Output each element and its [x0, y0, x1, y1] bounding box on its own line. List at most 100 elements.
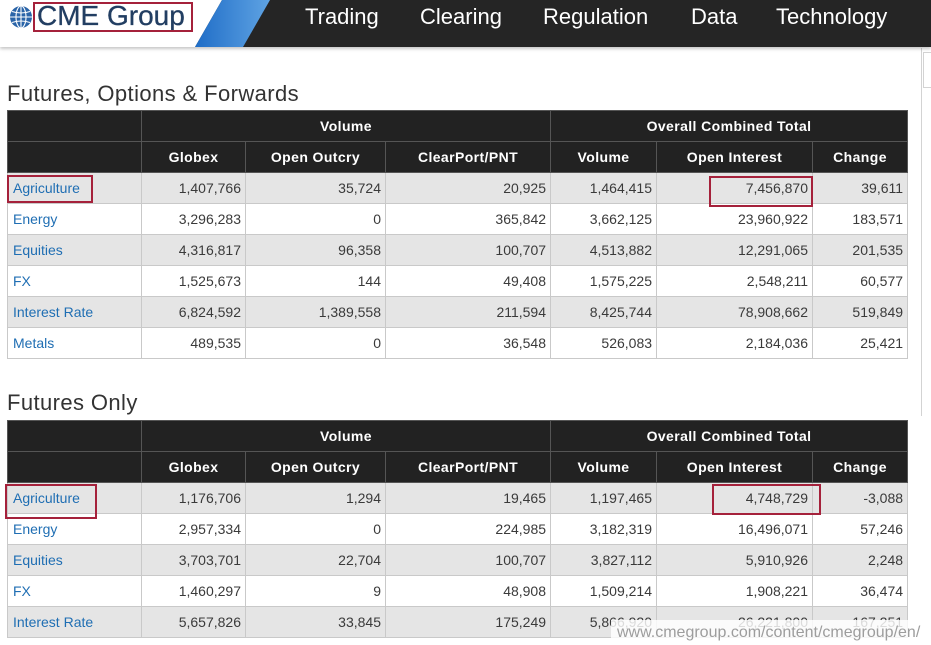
column-header-globex: Globex — [141, 141, 246, 173]
volume-group-header: Volume — [140, 420, 552, 452]
corner-header-cell — [7, 420, 142, 452]
overall-combined-total-group-header: Overall Combined Total — [550, 110, 909, 142]
open-outcry-cell: 0 — [245, 327, 386, 359]
globex-cell: 3,296,283 — [141, 203, 246, 235]
open-interest-cell: 23,960,922 — [656, 203, 814, 235]
change-cell: 57,246 — [812, 513, 909, 545]
nav-technology[interactable]: Technology — [776, 1, 887, 33]
top-navigation-bar: CME Group Trading Clearing Regulation Da… — [0, 0, 931, 47]
column-header-row: Globex Open Outcry ClearPort/PNT Volume … — [7, 451, 909, 483]
clearport-pnt-cell: 48,908 — [384, 575, 552, 607]
change-cell: 39,611 — [812, 172, 909, 204]
globex-cell: 1,407,766 — [141, 172, 246, 204]
sector-cell: Agriculture — [7, 172, 142, 204]
column-header-total-volume: Volume — [550, 141, 658, 173]
globex-cell: 5,657,826 — [141, 606, 246, 638]
globe-icon — [10, 5, 32, 29]
sector-link-metals[interactable]: Metals — [13, 335, 54, 351]
open-interest-cell: 2,184,036 — [656, 327, 814, 359]
total-volume-cell: 3,182,319 — [550, 513, 658, 545]
table-row: Equities 3,703,701 22,704 100,707 3,827,… — [7, 544, 909, 576]
open-interest-cell: 16,496,071 — [656, 513, 814, 545]
sector-link-agriculture[interactable]: Agriculture — [13, 490, 80, 506]
open-outcry-cell: 35,724 — [245, 172, 386, 204]
sector-link-fx[interactable]: FX — [13, 273, 31, 289]
open-outcry-cell: 96,358 — [245, 234, 386, 266]
sector-cell: FX — [7, 575, 142, 607]
open-interest-cell: 5,910,926 — [656, 544, 814, 576]
total-volume-cell: 1,509,214 — [550, 575, 658, 607]
section-title-futures-options-forwards: Futures, Options & Forwards — [7, 81, 300, 106]
change-cell: -3,088 — [812, 482, 909, 514]
nav-data[interactable]: Data — [691, 1, 737, 33]
logo-text: CME Group — [37, 0, 185, 31]
change-cell: 2,248 — [812, 544, 909, 576]
clearport-pnt-cell: 211,594 — [384, 296, 552, 328]
futures-options-forwards-table: Volume Overall Combined Total Globex Ope… — [7, 110, 909, 359]
sector-link-equities[interactable]: Equities — [13, 552, 63, 568]
open-outcry-cell: 22,704 — [245, 544, 386, 576]
open-interest-cell: 4,748,729 — [656, 482, 814, 514]
volume-group-header: Volume — [140, 110, 552, 142]
clearport-pnt-cell: 175,249 — [384, 606, 552, 638]
open-interest-cell: 1,908,221 — [656, 575, 814, 607]
nav-trading[interactable]: Trading — [305, 1, 379, 33]
total-volume-cell: 1,197,465 — [550, 482, 658, 514]
change-cell: 519,849 — [812, 296, 909, 328]
sector-link-fx[interactable]: FX — [13, 583, 31, 599]
open-outcry-cell: 0 — [245, 513, 386, 545]
corner-header-cell — [7, 110, 142, 142]
table-row: Metals 489,535 0 36,548 526,083 2,184,03… — [7, 327, 909, 359]
column-header-open-interest: Open Interest — [656, 451, 814, 483]
open-outcry-cell: 33,845 — [245, 606, 386, 638]
clearport-pnt-cell: 365,842 — [384, 203, 552, 235]
sector-link-energy[interactable]: Energy — [13, 521, 57, 537]
total-volume-cell: 8,425,744 — [550, 296, 658, 328]
column-header-open-interest: Open Interest — [656, 141, 814, 173]
globex-cell: 3,703,701 — [141, 544, 246, 576]
sector-link-interest-rate[interactable]: Interest Rate — [13, 614, 93, 630]
column-header-total-volume: Volume — [550, 451, 658, 483]
open-outcry-cell: 1,294 — [245, 482, 386, 514]
open-interest-cell: 2,548,211 — [656, 265, 814, 297]
total-volume-cell: 4,513,882 — [550, 234, 658, 266]
change-cell: 201,535 — [812, 234, 909, 266]
section-title-futures-only: Futures Only — [7, 390, 138, 415]
sector-cell: FX — [7, 265, 142, 297]
sector-link-equities[interactable]: Equities — [13, 242, 63, 258]
clearport-pnt-cell: 100,707 — [384, 234, 552, 266]
sector-cell: Interest Rate — [7, 606, 142, 638]
total-volume-cell: 3,827,112 — [550, 544, 658, 576]
column-header-change: Change — [812, 451, 909, 483]
page-edge-rail-box — [923, 52, 931, 88]
table-row: Energy 3,296,283 0 365,842 3,662,125 23,… — [7, 203, 909, 235]
corner-header-cell — [7, 141, 142, 173]
group-header-row: Volume Overall Combined Total — [7, 420, 909, 452]
table-row: Interest Rate 6,824,592 1,389,558 211,59… — [7, 296, 909, 328]
total-volume-cell: 1,575,225 — [550, 265, 658, 297]
table-row: Agriculture 1,176,706 1,294 19,465 1,197… — [7, 482, 909, 514]
change-cell: 60,577 — [812, 265, 909, 297]
sector-link-agriculture[interactable]: Agriculture — [13, 180, 80, 196]
sector-link-energy[interactable]: Energy — [13, 211, 57, 227]
nav-clearing[interactable]: Clearing — [420, 1, 502, 33]
change-cell: 25,421 — [812, 327, 909, 359]
table-row: Energy 2,957,334 0 224,985 3,182,319 16,… — [7, 513, 909, 545]
clearport-pnt-cell: 20,925 — [384, 172, 552, 204]
globex-cell: 1,460,297 — [141, 575, 246, 607]
globex-cell: 6,824,592 — [141, 296, 246, 328]
url-watermark: www.cmegroup.com/content/cmegroup/en/ — [611, 620, 931, 645]
total-volume-cell: 1,464,415 — [550, 172, 658, 204]
globex-cell: 2,957,334 — [141, 513, 246, 545]
group-header-row: Volume Overall Combined Total — [7, 110, 909, 142]
nav-regulation[interactable]: Regulation — [543, 1, 648, 33]
column-header-globex: Globex — [141, 451, 246, 483]
globex-cell: 1,176,706 — [141, 482, 246, 514]
sector-cell: Equities — [7, 234, 142, 266]
open-interest-cell: 12,291,065 — [656, 234, 814, 266]
corner-header-cell — [7, 451, 142, 483]
sector-cell: Energy — [7, 513, 142, 545]
clearport-pnt-cell: 36,548 — [384, 327, 552, 359]
sector-link-interest-rate[interactable]: Interest Rate — [13, 304, 93, 320]
clearport-pnt-cell: 19,465 — [384, 482, 552, 514]
